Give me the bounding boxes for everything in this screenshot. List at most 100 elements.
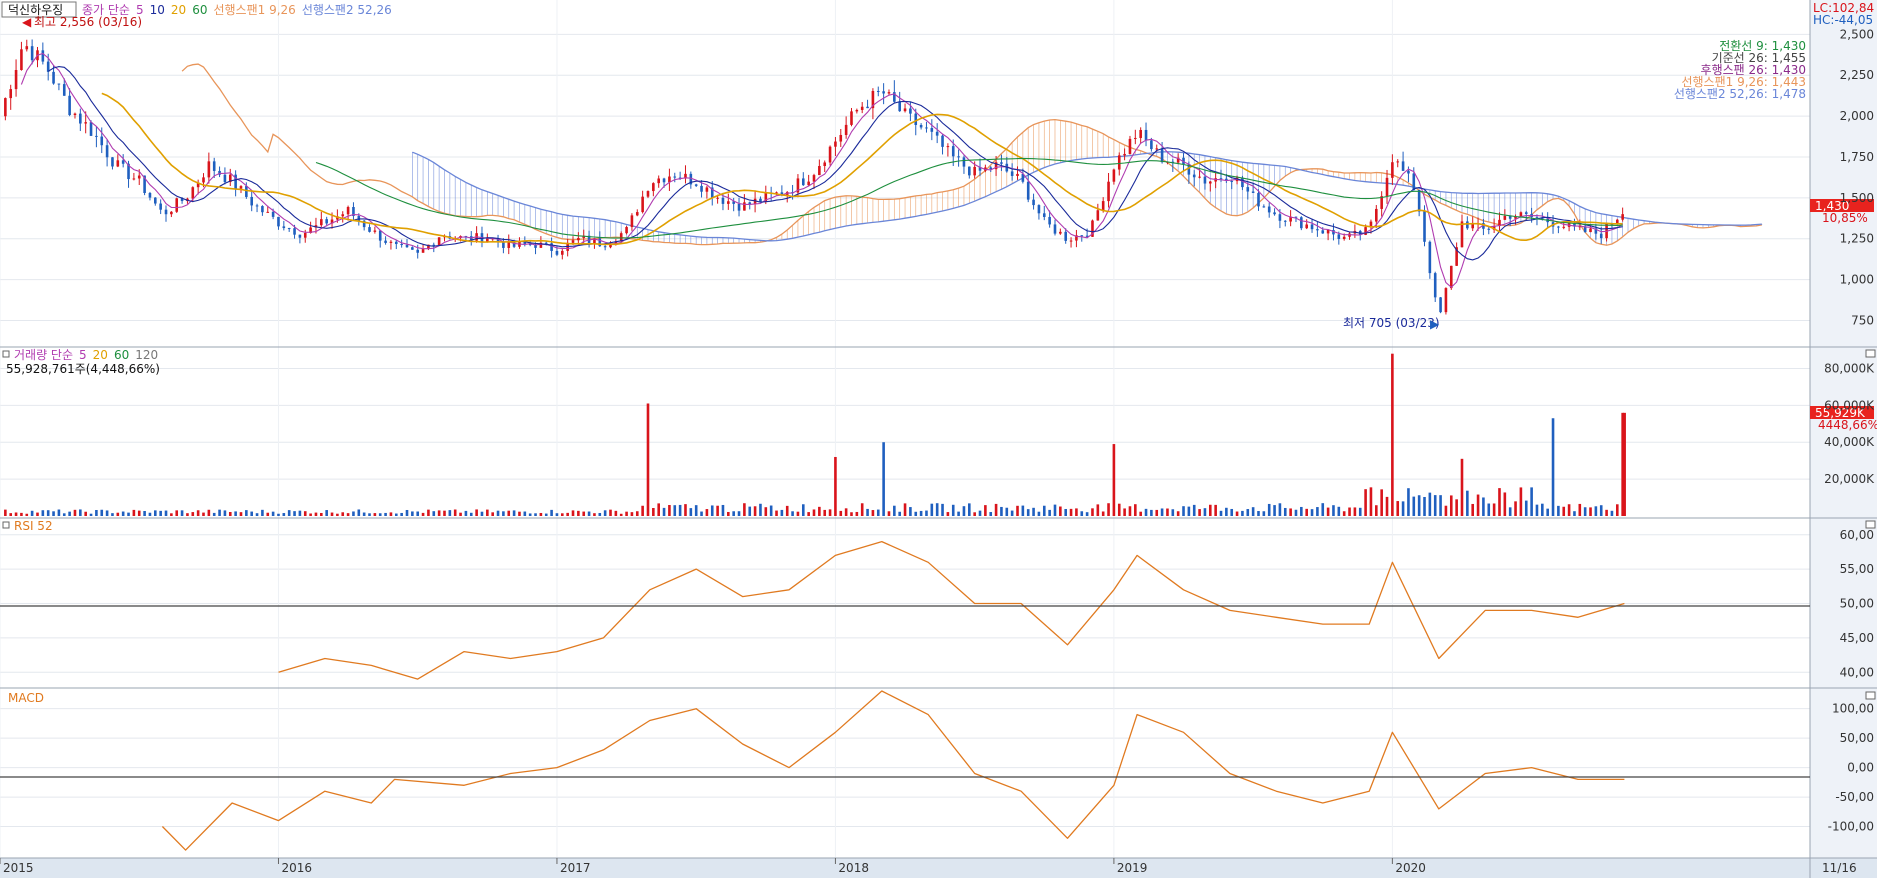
candle-body (625, 227, 628, 234)
candle-body (882, 91, 885, 94)
volume-bar (46, 510, 50, 516)
macd-panel-menu-icon[interactable] (1865, 691, 1876, 700)
volume-bar (887, 511, 891, 516)
volume-bar (309, 513, 312, 516)
candle-body (1059, 231, 1062, 234)
volume-bar (1283, 507, 1287, 516)
candle-body (1305, 224, 1308, 229)
time-tick-label: 2020 (1395, 861, 1426, 875)
candle-body (389, 241, 393, 243)
volume-bar (320, 512, 323, 516)
volume-bar (170, 513, 173, 516)
volume-bar (1048, 509, 1051, 516)
volume-bar (1316, 507, 1319, 516)
time-tick-label: 2016 (281, 861, 312, 875)
volume-bar (453, 509, 457, 516)
volume-bar (121, 511, 125, 516)
volume-bar (228, 511, 232, 516)
volume-bar (1010, 510, 1014, 516)
rsi-panel-menu-icon[interactable] (1865, 520, 1876, 529)
candle-body (84, 122, 87, 124)
volume-bar (550, 509, 553, 516)
candle-body (320, 219, 323, 226)
volume-bar (303, 511, 307, 516)
volume-bar (411, 511, 414, 516)
candle-body (561, 250, 564, 255)
legend-entry: 20 (171, 3, 186, 17)
volume-bar (534, 513, 537, 516)
volume-bar (1594, 506, 1598, 516)
volume-bar (684, 504, 687, 516)
volume-bar (544, 513, 548, 516)
volume-bar (662, 507, 666, 516)
volume-bar (25, 513, 29, 516)
volume-bar (362, 512, 366, 516)
candle-body (1107, 181, 1110, 202)
volume-bar (502, 511, 505, 516)
volume-bar (871, 510, 875, 516)
volume-bar (175, 510, 179, 516)
candle-body (20, 49, 23, 71)
candle-body (727, 201, 730, 204)
volume-bar (1557, 505, 1560, 516)
volume-bar (1107, 503, 1110, 516)
candle-body (860, 106, 864, 110)
candle-body (544, 242, 548, 244)
candle-body (239, 186, 243, 189)
candle-body (957, 156, 960, 158)
candle-body (1326, 229, 1330, 234)
candle-body (1460, 221, 1464, 248)
candle-body (202, 177, 205, 183)
volume-bar (1615, 504, 1619, 516)
volume-bar (469, 512, 473, 516)
volume-bar (1578, 503, 1582, 516)
volume-bar (876, 509, 880, 516)
volume-bar (1524, 500, 1528, 516)
volume-bar (1064, 508, 1068, 516)
candle-body (1375, 208, 1378, 222)
volume-bar (1369, 487, 1373, 516)
candle-body (357, 216, 361, 221)
candle-body (255, 205, 259, 207)
volume-bar (180, 510, 184, 516)
candle-body (170, 211, 173, 215)
candle-body (30, 46, 34, 61)
volume-bar (186, 513, 189, 516)
volume-bar (1134, 504, 1137, 516)
volume-bar (571, 510, 575, 516)
volume-bar (1294, 509, 1298, 516)
volume-bar (1466, 490, 1469, 516)
volume-bar (164, 510, 168, 516)
volume-bar (261, 509, 264, 516)
volume-bar (507, 510, 511, 516)
candle-body (1444, 288, 1448, 313)
volume-bar (1519, 487, 1523, 516)
candle-body (1449, 265, 1453, 289)
volume-bar (1160, 508, 1164, 516)
candle-body (1000, 162, 1003, 164)
candle-body (1262, 206, 1266, 208)
volume-bar (641, 505, 644, 516)
volume-bar (378, 513, 382, 516)
candle-body (759, 198, 762, 202)
candle-body (1385, 177, 1389, 197)
candle-body (325, 219, 328, 224)
volume-bar (1573, 511, 1576, 516)
volume-bar (1342, 511, 1346, 516)
legend-entry: 20 (93, 348, 108, 362)
candle-body (175, 198, 179, 212)
volume-bar (748, 506, 752, 516)
volume-bar (1364, 489, 1367, 516)
volume-bar (159, 510, 162, 516)
volume-bar (143, 510, 146, 516)
volume-panel-menu-icon[interactable] (1865, 349, 1876, 358)
candle-body (812, 175, 816, 182)
volume-bar (1305, 508, 1308, 516)
candle-body (41, 50, 45, 62)
volume-bar (148, 512, 152, 516)
candle-body (1010, 171, 1014, 176)
candle-body (1246, 187, 1250, 192)
volume-bar (1348, 507, 1351, 516)
candle-body (405, 244, 409, 248)
candle-body (1535, 217, 1539, 219)
